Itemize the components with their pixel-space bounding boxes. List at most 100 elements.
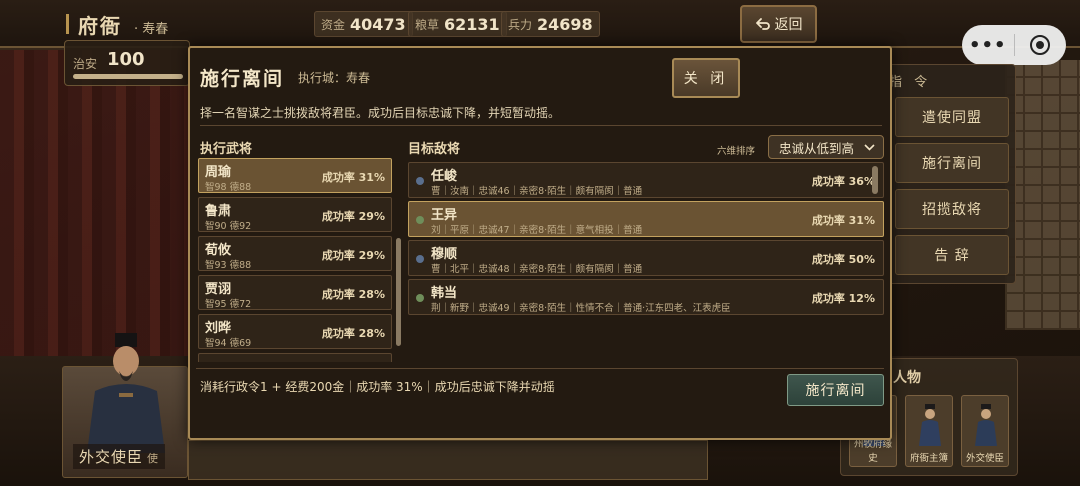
command-recruit-button[interactable]: 招揽敌将 [895,189,1009,229]
order-bar-fill [73,74,183,79]
generals-list: 周瑜 智98 德88 成功率 31% 鲁肃 智90 德92 成功率 29% 荀攸… [198,158,402,362]
execute-sow-discord-button[interactable]: 施行离间 [787,374,884,406]
resource-value: 62131 [444,14,500,34]
resource-funds: 资金 40473 [314,11,413,37]
characters-heading: 人物 [893,370,921,386]
modal-divider [200,125,882,126]
character-name: 州牧府缘史 [853,439,892,464]
resource-label: 粮草 [415,17,440,32]
envoy-title-text: 外交使臣 [79,448,144,466]
envoy-suffix: 使 [147,452,160,465]
general-name: 贾诩 [205,282,232,297]
general-rate: 成功率 31% [321,171,385,184]
sort-dropdown[interactable]: 忠诚从低到高 [768,135,884,159]
character-name: 府衙主簿 [909,453,948,464]
generals-label: 执行武将 [200,142,253,157]
character-card[interactable]: 外交使臣 [961,395,1009,467]
target-name: 穆顺 [431,247,458,262]
back-arrow-icon [755,18,770,30]
target-rate: 成功率 12% [811,292,875,305]
general-stats: 智94 德69 [205,338,252,349]
target-item[interactable]: 王异 刘｜平原｜忠诚47｜亲密8·陌生｜意气相投｜普通 成功率 31% [408,201,884,237]
general-name: 鲁肃 [205,204,232,219]
targets-label: 目标敌将 [408,142,461,157]
background-curtain [0,50,190,370]
character-name: 外交使臣 [965,453,1004,464]
target-name: 任峻 [431,169,458,184]
close-button[interactable]: 关 闭 [672,58,740,98]
general-rate: 成功率 28% [321,288,385,301]
general-stats: 智93 德88 [205,260,252,271]
target-name: 韩当 [431,286,458,301]
official-portrait-icon [919,404,941,446]
order-value: 100 [107,49,145,70]
more-menu-icon[interactable]: ••• [962,35,1014,56]
faction-dot-icon [416,255,424,263]
general-stats: 智90 德92 [205,221,252,232]
close-miniapp-icon[interactable] [1014,35,1066,55]
command-sow-discord-button[interactable]: 施行离间 [895,143,1009,183]
target-rate: 成功率 50% [811,253,875,266]
general-item[interactable]: 周瑜 智98 德88 成功率 31% [198,158,392,193]
command-panel: 指 令 遣使同盟 施行离间 招揽敌将 告 辞 [880,64,1016,284]
exec-city: 执行城：寿春 [298,71,371,85]
chevron-down-icon [864,144,875,151]
envoy-portrait: 外交使臣使 [62,333,188,478]
back-button[interactable]: 返回 [740,5,817,43]
command-alliance-button[interactable]: 遣使同盟 [895,97,1009,137]
general-name: 刘晔 [205,321,232,336]
target-name: 王异 [431,208,458,223]
general-item[interactable]: 贾诩 智95 德72 成功率 28% [198,275,392,310]
general-item[interactable] [198,353,392,362]
general-item[interactable]: 刘晔 智94 德69 成功率 28% [198,314,392,349]
command-heading: 指 令 [889,75,932,90]
target-item[interactable]: 韩当 荆｜新野｜忠诚49｜亲密8·陌生｜性情不合｜普通·江东四老、江表虎臣 成功… [408,279,884,315]
envoy-figure-icon [87,333,165,453]
target-info: 刘｜平原｜忠诚47｜亲密8·陌生｜意气相投｜普通 [431,225,643,236]
resource-label: 资金 [321,17,346,32]
target-item[interactable]: 任峻 曹｜汝南｜忠诚46｜亲密8·陌生｜颇有隔阂｜普通 成功率 36% [408,162,884,198]
city-name-text: 寿春 [142,22,169,37]
office-name: 府衙 [78,14,122,38]
faction-dot-icon [416,177,424,185]
general-rate: 成功率 29% [321,249,385,262]
envoy-title: 外交使臣使 [73,444,166,469]
public-order-stat: 治安 100 [64,40,190,86]
general-rate: 成功率 28% [321,327,385,340]
dialogue-strip [188,440,708,480]
location-title: 府衙 · 寿春 [66,10,168,39]
footer-divider [196,368,884,369]
targets-list: 任峻 曹｜汝南｜忠诚46｜亲密8·陌生｜颇有隔阂｜普通 成功率 36% 王异 刘… [408,162,886,322]
resource-value: 24698 [537,14,593,34]
resource-troops: 兵力 24698 [501,11,600,37]
generals-scrollbar[interactable] [396,238,401,346]
modal-description: 择一名智谋之士挑拨敌将君臣。成功后目标忠诚下降，并短暂动摇。 [200,106,561,120]
city-name: · 寿春 [134,22,169,37]
general-stats: 智98 德88 [205,182,252,193]
target-rate: 成功率 31% [811,214,875,227]
faction-dot-icon [416,294,424,302]
general-stats: 智95 德72 [205,299,252,310]
target-item[interactable]: 穆顺 曹｜北平｜忠诚48｜亲密8·陌生｜颇有隔阂｜普通 成功率 50% [408,240,884,276]
command-leave-button[interactable]: 告 辞 [895,235,1009,275]
character-card[interactable]: 府衙主簿 [905,395,953,467]
official-portrait-icon [975,404,997,446]
target-info: 曹｜北平｜忠诚48｜亲密8·陌生｜颇有隔阂｜普通 [431,264,643,275]
target-info: 荆｜新野｜忠诚49｜亲密8·陌生｜性情不合｜普通·江东四老、江表虎臣 [431,303,731,314]
general-item[interactable]: 鲁肃 智90 德92 成功率 29% [198,197,392,232]
modal-title: 施行离间 [200,68,285,90]
order-bar [73,74,183,79]
order-label: 治安 [73,57,98,71]
targets-scrollbar[interactable] [872,166,878,194]
background-window [1005,60,1080,330]
sow-discord-modal: 施行离间 执行城：寿春 关 闭 择一名智谋之士挑拨敌将君臣。成功后目标忠诚下降，… [188,46,892,440]
sort-value: 忠诚从低到高 [779,140,855,156]
general-rate: 成功率 29% [321,210,385,223]
resource-label: 兵力 [508,17,533,32]
general-name: 荀攸 [205,243,232,258]
general-item[interactable]: 荀攸 智93 德88 成功率 29% [198,236,392,271]
cost-summary: 消耗行政令1 + 经费200金｜成功率 31%｜成功后忠诚下降并动摇 [200,380,555,394]
general-name: 周瑜 [205,165,232,180]
target-rate: 成功率 36% [811,175,875,188]
target-info: 曹｜汝南｜忠诚46｜亲密8·陌生｜颇有隔阂｜普通 [431,186,643,197]
